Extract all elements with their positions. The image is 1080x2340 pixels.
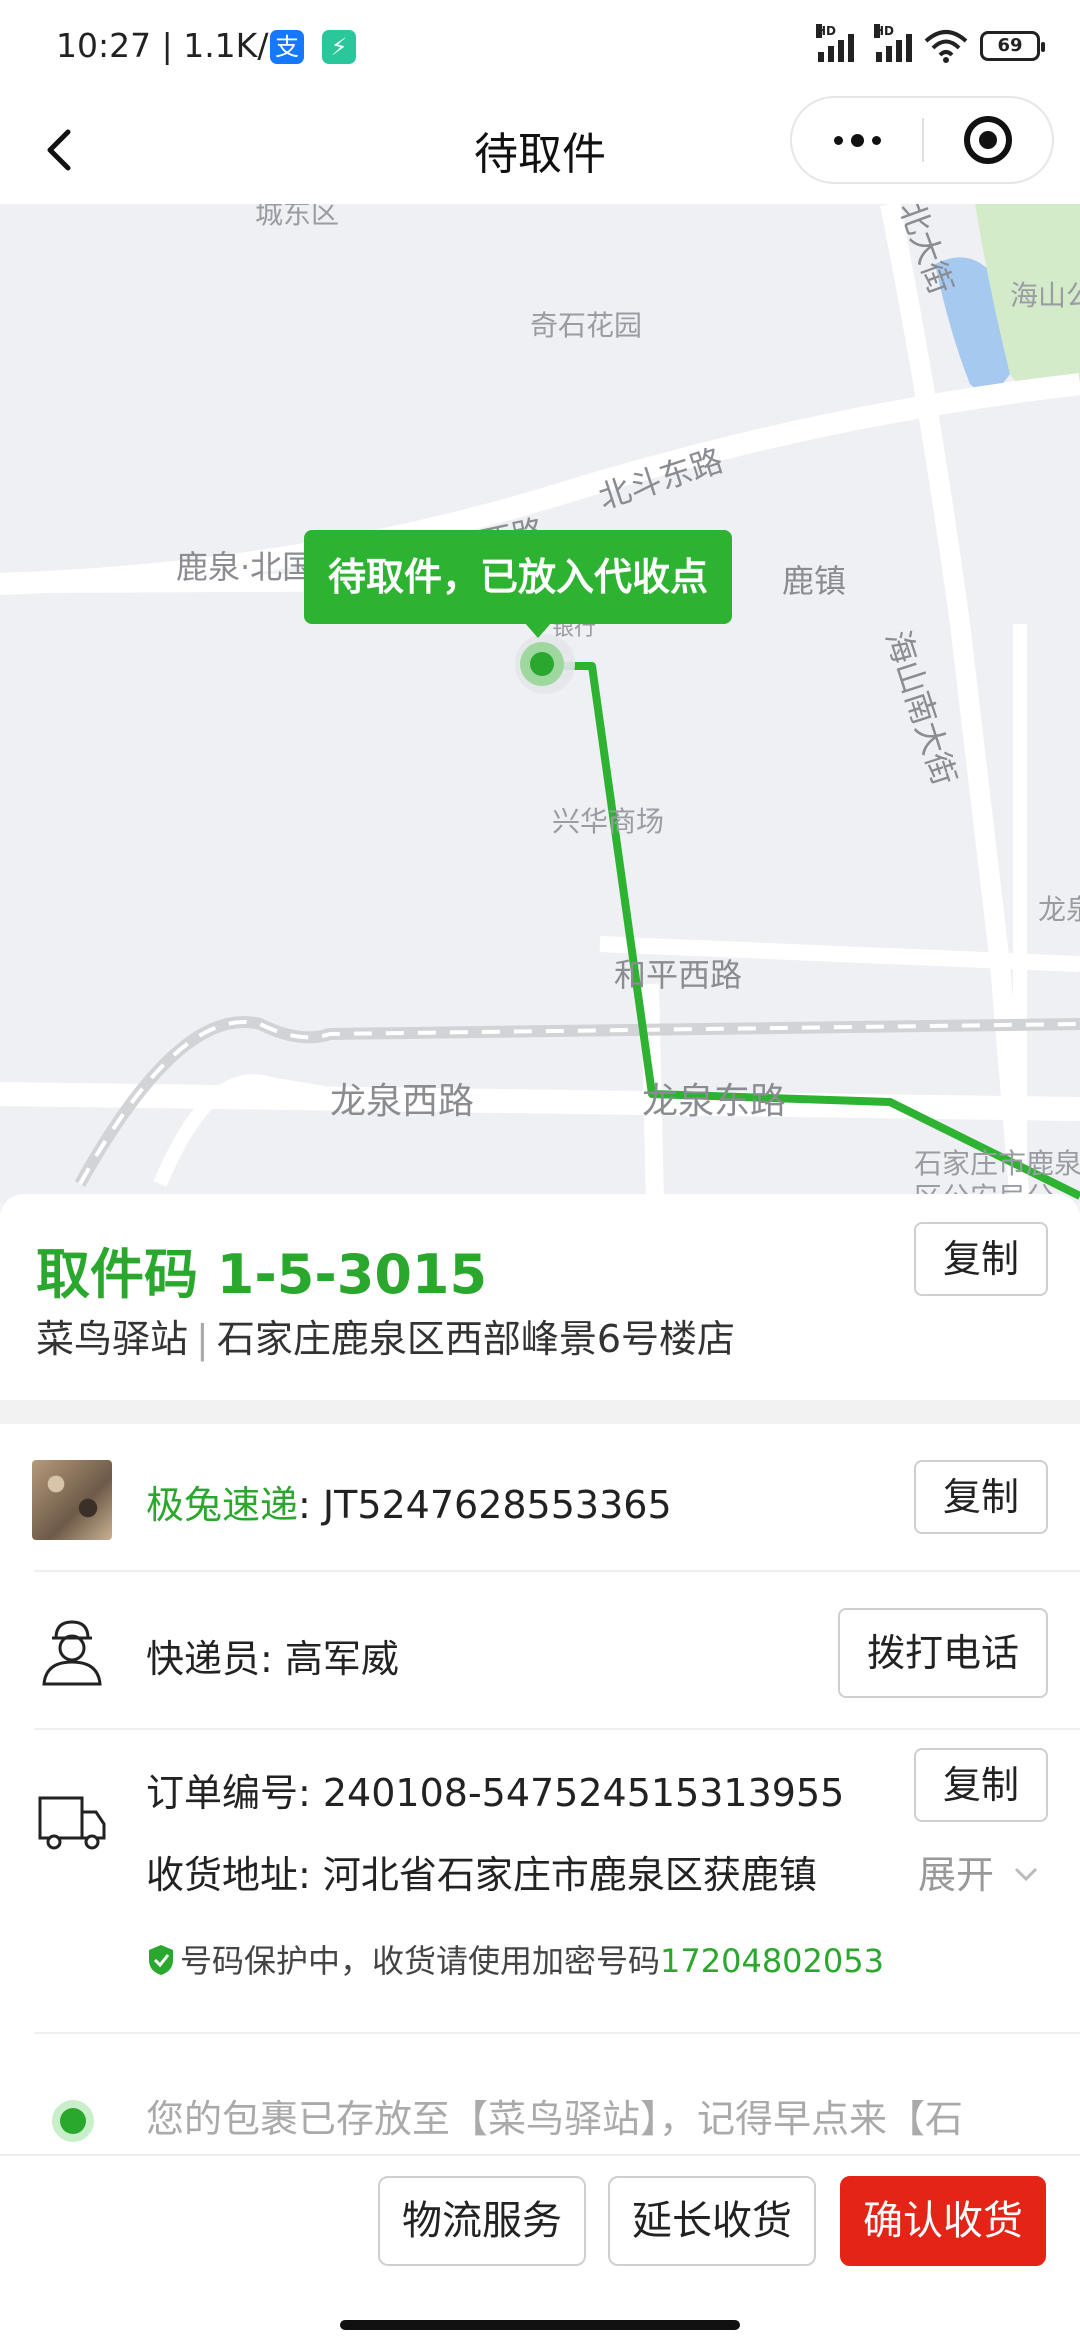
order-number: 订单编号: 240108-547524515313955 — [146, 1771, 845, 1815]
bottom-action-bar: 物流服务 延长收货 确认收货 — [0, 2154, 1080, 2340]
pickup-card: 取件码 1-5-3015 菜鸟驿站 | 石家庄鹿泉区西部峰景6号楼店 复制 — [0, 1194, 1080, 1400]
wifi-icon — [924, 30, 968, 63]
call-courier-button[interactable]: 拨打电话 — [838, 1608, 1048, 1698]
map-label: 海山公 — [1010, 279, 1080, 312]
separator: | — [196, 1317, 209, 1361]
copy-tracking-button[interactable]: 复制 — [914, 1460, 1048, 1534]
pickup-station: 菜鸟驿站 | 石家庄鹿泉区西部峰景6号楼店 — [36, 1308, 735, 1363]
pickup-code: 取件码 1-5-3015 — [36, 1243, 488, 1306]
signal-icon: HD — [874, 24, 912, 62]
map-label: 龙泉东路 — [642, 1081, 787, 1122]
tracking-number: : JT5247628553365 — [298, 1483, 672, 1527]
tracking-status-dot — [52, 2100, 94, 2142]
courier-name: 快递员: 高军威 — [146, 1637, 399, 1681]
mini-program-capsule — [790, 96, 1054, 184]
delivery-address: 收货地址: 河北省石家庄市鹿泉区获鹿镇 — [146, 1853, 817, 1897]
nav-bar: 待取件 — [0, 96, 1080, 204]
status-bar: 10:27 | 1.1K/s 支 ⚡ HD HD 69 — [0, 0, 1080, 96]
more-dots-icon[interactable] — [792, 96, 922, 184]
home-indicator[interactable] — [340, 2320, 740, 2330]
map-label: 城东区 — [255, 204, 340, 230]
map-view[interactable]: 城东区 奇石花园 海山公 北大街 北斗东路 鹿泉·北国 西路 鹿镇 银行 海山南… — [0, 204, 1080, 1204]
map-label: 鹿镇 — [782, 562, 847, 600]
status-icons: HD HD 69 — [816, 24, 1045, 66]
divider — [34, 1570, 1080, 1572]
tracking-latest-text[interactable]: 您的包裹已存放至【菜鸟驿站】，记得早点来【石 — [146, 2088, 963, 2143]
status-time: 10:27 | 1.1K/s — [56, 26, 286, 65]
expand-address-link[interactable]: 展开 — [918, 1844, 1040, 1899]
shield-icon — [149, 1945, 173, 1975]
tracking-row: 极兔速递: JT5247628553365 — [146, 1474, 672, 1529]
signal-icon: HD — [816, 24, 854, 62]
product-thumbnail — [32, 1460, 112, 1540]
package-detail-card: 极兔速递: JT5247628553365 复制 快递员: 高军威 拨打电话 订… — [0, 1424, 1080, 2154]
station-name: 菜鸟驿站 — [36, 1317, 189, 1361]
divider — [34, 1728, 1080, 1730]
privacy-number[interactable]: 17204802053 — [660, 1942, 884, 1980]
expand-label: 展开 — [918, 1853, 995, 1897]
courier-icon — [42, 1620, 102, 1686]
truck-icon — [38, 1796, 106, 1850]
map-label: 兴华商场 — [552, 805, 665, 838]
target-icon[interactable] — [924, 96, 1052, 184]
battery-icon: 69 — [980, 31, 1045, 61]
divider — [34, 2032, 1080, 2034]
map-label: 龙泉 — [1038, 893, 1080, 926]
copy-pickup-code-button[interactable]: 复制 — [914, 1222, 1048, 1296]
extend-receipt-button[interactable]: 延长收货 — [608, 2176, 816, 2266]
power-app-icon: ⚡ — [322, 30, 356, 64]
map-label: 和平西路 — [614, 956, 743, 994]
chevron-down-icon — [1015, 1867, 1038, 1882]
logistics-service-button[interactable]: 物流服务 — [378, 2176, 586, 2266]
privacy-notice: 号码保护中，收货请使用加密号码17204802053 — [146, 1936, 884, 1982]
station-address: 石家庄鹿泉区西部峰景6号楼店 — [216, 1317, 736, 1361]
confirm-receipt-button[interactable]: 确认收货 — [840, 2176, 1046, 2266]
privacy-text: 号码保护中，收货请使用加密号码 — [180, 1942, 661, 1980]
courier-company: 极兔速递 — [146, 1483, 299, 1527]
alipay-icon: 支 — [270, 30, 304, 64]
map-label: 龙泉西路 — [330, 1081, 475, 1122]
status-bubble: 待取件，已放入代收点 — [304, 530, 733, 638]
map-label: 鹿泉·北国 — [176, 548, 315, 586]
copy-order-button[interactable]: 复制 — [914, 1748, 1048, 1822]
map-label: 奇石花园 — [530, 309, 643, 342]
